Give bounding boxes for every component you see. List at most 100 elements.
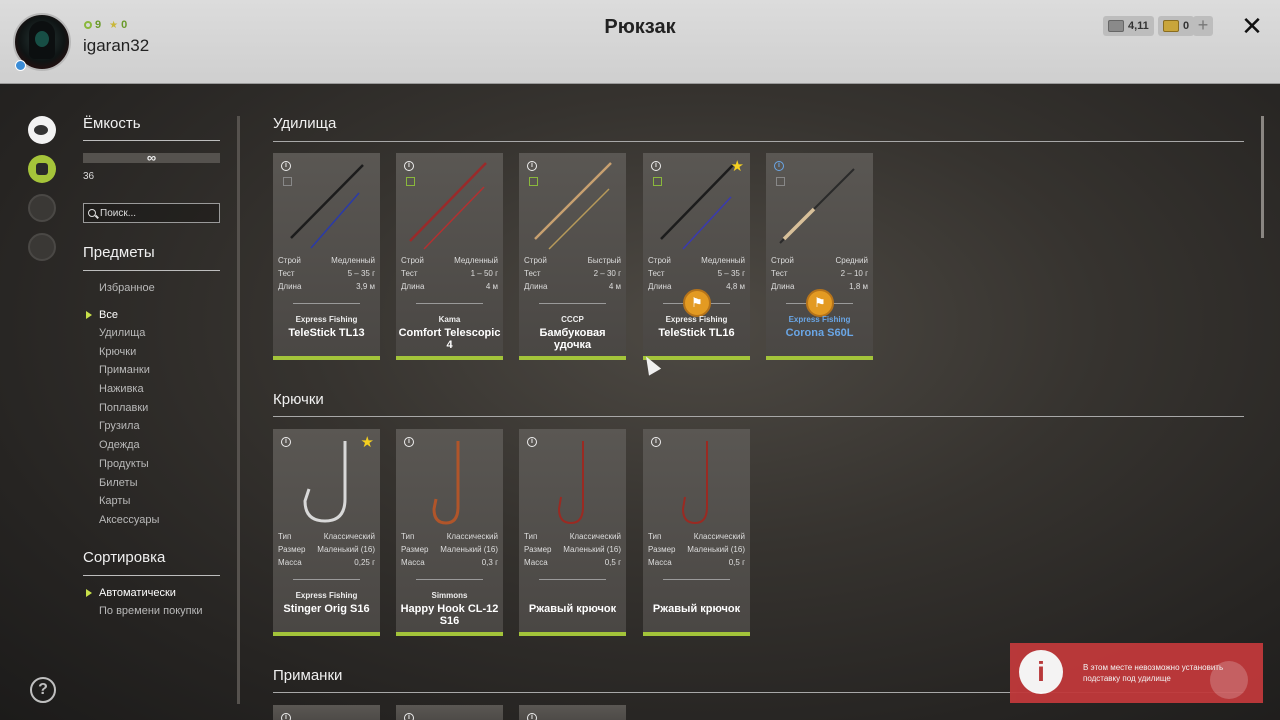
spec-row: Строй Медленный: [401, 256, 498, 265]
spec-row: Тест 2 – 10 г: [771, 269, 868, 278]
search-placeholder: Поиск...: [100, 207, 137, 219]
spec-row: Тест 5 – 35 г: [648, 269, 745, 278]
fish-icon[interactable]: [28, 116, 56, 144]
item-card[interactable]: i: [519, 705, 626, 720]
category-sinkers[interactable]: Грузила: [99, 420, 140, 432]
category-food[interactable]: Продукты: [99, 458, 149, 470]
info-icon[interactable]: i: [281, 437, 291, 447]
section-divider: [273, 416, 1244, 417]
copy-icon: [406, 177, 415, 186]
section-title-lures: Приманки: [273, 667, 343, 684]
copy-icon: [653, 177, 662, 186]
info-icon[interactable]: i: [281, 161, 291, 171]
item-brand: Express Fishing: [665, 315, 728, 324]
spec-row: Размер Маленький (16): [648, 545, 745, 554]
silver-value: 4,11: [1128, 20, 1149, 32]
item-card[interactable]: i Строй Медленный Тест 1 – 50 г Длина 4 м K…: [396, 153, 503, 360]
item-card[interactable]: i Строй Медленный Тест 5 – 35 г Длина 3,9 м…: [273, 153, 380, 360]
category-favorites[interactable]: Избранное: [99, 282, 155, 294]
spec-row: Масса 0,25 г: [278, 558, 375, 567]
item-name: Corona S60L: [785, 327, 854, 339]
add-currency-button[interactable]: +: [1193, 16, 1213, 36]
spec-row: Размер Маленький (16): [401, 545, 498, 554]
item-card[interactable]: i: [396, 705, 503, 720]
category-hooks[interactable]: Крючки: [99, 346, 136, 358]
spec-row: Строй Средний: [771, 256, 868, 265]
category-bait[interactable]: Наживка: [99, 383, 144, 395]
spec-row: Строй Медленный: [648, 256, 745, 265]
sidebar-scrollbar[interactable]: [237, 116, 240, 704]
silver-balance: 4,11: [1103, 16, 1154, 36]
close-icon[interactable]: ✕: [1240, 13, 1264, 39]
backpack-icon[interactable]: [28, 155, 56, 183]
verified-badge-icon: [15, 60, 26, 71]
spec-row: Строй Быстрый: [524, 256, 621, 265]
silver-coin-icon: [1108, 20, 1124, 32]
gold-coin-icon: [1163, 20, 1179, 32]
category-lures[interactable]: Приманки: [99, 364, 150, 376]
info-icon[interactable]: i: [527, 161, 537, 171]
help-icon[interactable]: ?: [30, 677, 56, 703]
item-name: TeleStick TL16: [658, 327, 735, 339]
sort-auto[interactable]: Автоматически: [86, 587, 176, 599]
capacity-bar: ∞: [83, 151, 220, 164]
sort-by-purchase-time[interactable]: По времени покупки: [99, 605, 203, 617]
page-title: Рюкзак: [604, 16, 676, 38]
info-icon[interactable]: i: [404, 161, 414, 171]
info-icon[interactable]: i: [651, 161, 661, 171]
upgrade-icon[interactable]: [28, 194, 56, 222]
item-card[interactable]: i ★ Строй Медленный Тест 5 – 35 г Длина 4,8…: [643, 153, 750, 360]
item-card[interactable]: i Строй Быстрый Тест 2 – 30 г Длина 4 м ССС…: [519, 153, 626, 360]
info-icon[interactable]: i: [404, 713, 414, 720]
section-title-rods: Удилища: [273, 115, 337, 132]
toast-dismiss-button[interactable]: [1210, 661, 1248, 699]
item-card[interactable]: i Тип Классический Размер Маленький (16) М…: [643, 429, 750, 636]
divider: [83, 575, 220, 576]
spec-row: Длина 4 м: [524, 282, 621, 291]
search-input[interactable]: Поиск...: [83, 203, 220, 223]
item-name: TeleStick TL13: [288, 327, 365, 339]
capacity-count: 36: [83, 171, 95, 182]
spec-row: Строй Медленный: [278, 256, 375, 265]
item-name: Happy Hook CL-12 S16: [400, 603, 499, 627]
divider: [83, 140, 220, 141]
capacity-title: Ёмкость: [83, 115, 141, 132]
item-card[interactable]: i ★ Тип Классический Размер Маленький (16)…: [273, 429, 380, 636]
star-icon[interactable]: ★: [361, 433, 374, 451]
spec-row: Тест 2 – 30 г: [524, 269, 621, 278]
card-divider: [416, 579, 483, 580]
category-tickets[interactable]: Билеты: [99, 477, 137, 489]
info-icon[interactable]: i: [527, 437, 537, 447]
info-icon[interactable]: i: [651, 437, 661, 447]
info-icon[interactable]: i: [281, 713, 291, 720]
info-icon[interactable]: i: [527, 713, 537, 720]
section-divider: [273, 141, 1244, 142]
info-icon: i: [1019, 650, 1063, 694]
category-floats[interactable]: Поплавки: [99, 402, 148, 414]
item-card[interactable]: i Строй Средний Тест 2 – 10 г Длина 1,8 м ⚑…: [766, 153, 873, 360]
copy-icon: [776, 177, 785, 186]
username: igaran32: [83, 36, 150, 55]
category-clothing[interactable]: Одежда: [99, 439, 140, 451]
info-icon[interactable]: i: [404, 437, 414, 447]
category-all[interactable]: Все: [86, 309, 118, 321]
home-icon[interactable]: [28, 233, 56, 261]
item-card[interactable]: i Тип Классический Размер Маленький (16) М…: [519, 429, 626, 636]
category-maps[interactable]: Карты: [99, 495, 130, 507]
item-name: Comfort Telescopic 4: [398, 327, 501, 351]
item-card[interactable]: i Тип Классический Размер Маленький (16) М…: [396, 429, 503, 636]
spec-row: Тип Классический: [648, 532, 745, 541]
item-card[interactable]: i: [273, 705, 380, 720]
content-scrollbar[interactable]: [1261, 116, 1264, 238]
section-title-hooks: Крючки: [273, 391, 324, 408]
star-icon[interactable]: ★: [731, 157, 744, 175]
category-rods[interactable]: Удилища: [99, 327, 145, 339]
item-brand: СССР: [561, 315, 584, 324]
spec-row: Масса 0,5 г: [648, 558, 745, 567]
spec-row: Тип Классический: [524, 532, 621, 541]
notification-toast[interactable]: i В этом месте невозможно установить под…: [1010, 643, 1263, 703]
info-icon[interactable]: i: [774, 161, 784, 171]
item-name: Stinger Orig S16: [283, 603, 370, 615]
category-accessories[interactable]: Аксессуары: [99, 514, 159, 526]
items-title: Предметы: [83, 244, 155, 261]
